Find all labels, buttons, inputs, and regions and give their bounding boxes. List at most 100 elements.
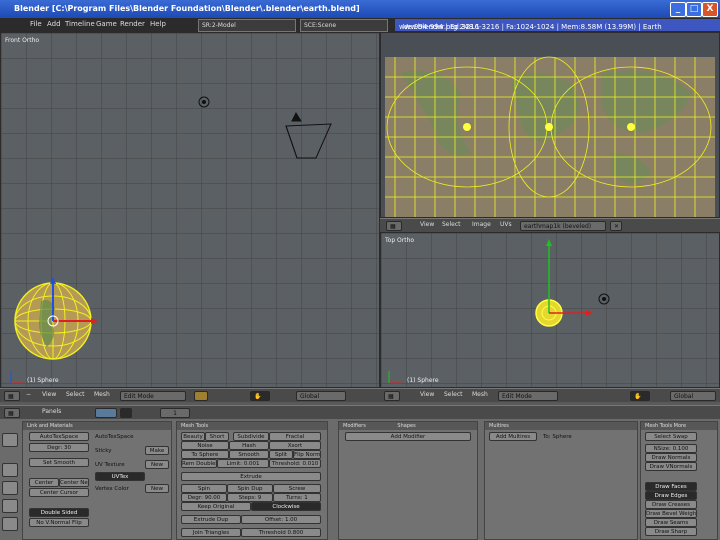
xsort-button[interactable]: Xsort bbox=[269, 441, 321, 450]
menu-mesh[interactable]: Mesh bbox=[472, 391, 488, 398]
uv-menu-image[interactable]: Image bbox=[472, 221, 491, 228]
header-collapse-icon[interactable]: − bbox=[26, 391, 31, 398]
autotexspace-button[interactable]: AutoTexSpace bbox=[29, 432, 89, 441]
clockwise-toggle[interactable]: Clockwise bbox=[251, 502, 321, 511]
draw-type-button[interactable] bbox=[194, 391, 208, 401]
no-vnormal-flip-toggle[interactable]: No V.Normal Flip bbox=[29, 518, 89, 527]
mode-selector[interactable]: Edit Mode bbox=[120, 391, 186, 401]
limit-field[interactable]: Limit: 0.001 bbox=[217, 459, 269, 468]
sticky-make-button[interactable]: Make bbox=[145, 446, 169, 455]
menu-game[interactable]: Game bbox=[96, 20, 117, 28]
uv-menu-uvs[interactable]: UVs bbox=[500, 221, 512, 228]
draw-seams-toggle[interactable]: Draw Seams bbox=[645, 518, 697, 527]
panel-tab[interactable] bbox=[2, 517, 18, 531]
smooth-button[interactable]: Smooth bbox=[229, 450, 269, 459]
menu-view[interactable]: View bbox=[420, 391, 434, 398]
menu-view[interactable]: View bbox=[42, 391, 56, 398]
menu-mesh[interactable]: Mesh bbox=[94, 391, 110, 398]
spin-button[interactable]: Spin bbox=[181, 484, 227, 493]
to-sphere-button[interactable]: To Sphere bbox=[181, 450, 229, 459]
minimize-button[interactable]: _ bbox=[670, 2, 686, 17]
draw-normals-toggle[interactable]: Draw Normals bbox=[645, 453, 697, 462]
uv-texture-new-button[interactable]: New bbox=[145, 460, 169, 469]
editor-type-button[interactable]: ▦ bbox=[4, 391, 20, 401]
uv-menu-view[interactable]: View bbox=[420, 221, 434, 228]
image-unlink-icon[interactable]: ✕ bbox=[610, 221, 622, 231]
noise-button[interactable]: Noise bbox=[181, 441, 229, 450]
context-button[interactable] bbox=[120, 408, 132, 418]
scene-selector[interactable]: SCE:Scene bbox=[300, 19, 388, 32]
editing-context-icon[interactable] bbox=[95, 408, 117, 418]
menu-select[interactable]: Select bbox=[66, 391, 85, 398]
double-sided-toggle[interactable]: Double Sided bbox=[29, 508, 89, 517]
menu-render[interactable]: Render bbox=[120, 20, 145, 28]
orientation-selector[interactable]: Global bbox=[670, 391, 716, 401]
menu-timeline[interactable]: Timeline bbox=[65, 20, 95, 28]
mode-selector[interactable]: Edit Mode bbox=[498, 391, 558, 401]
threshold-field[interactable]: Threshold: 0.010 bbox=[269, 459, 321, 468]
turns-field[interactable]: Turns: 1 bbox=[273, 493, 321, 502]
uv-menu-select[interactable]: Select bbox=[442, 221, 461, 228]
draw-creases-toggle[interactable]: Draw Creases bbox=[645, 500, 697, 509]
editor-type-button[interactable]: ▦ bbox=[4, 408, 20, 418]
menu-select[interactable]: Select bbox=[444, 391, 463, 398]
nsize-field[interactable]: NSize: 0.100 bbox=[645, 444, 697, 453]
panel-tab[interactable] bbox=[2, 433, 18, 447]
set-smooth-button[interactable]: Set Smooth bbox=[29, 458, 89, 467]
hand-widget-button[interactable]: ✋ bbox=[630, 391, 650, 401]
keep-original-toggle[interactable]: Keep Original bbox=[181, 502, 251, 511]
short-toggle[interactable]: Short bbox=[205, 432, 229, 441]
extrude-dup-button[interactable]: Extrude Dup bbox=[181, 515, 241, 524]
frame-field[interactable]: 1 bbox=[160, 408, 190, 418]
maximize-button[interactable]: □ bbox=[686, 2, 702, 17]
draw-bevel-weights-toggle[interactable]: Draw Bevel Weights bbox=[645, 509, 697, 518]
steps-field[interactable]: Steps: 9 bbox=[227, 493, 273, 502]
rem-doubles-button[interactable]: Rem Doubles bbox=[181, 459, 217, 468]
flip-normals-button[interactable]: Flip Normals bbox=[293, 450, 321, 459]
offset-field[interactable]: Offset: 1.00 bbox=[241, 515, 321, 524]
center-new-button[interactable]: Center New bbox=[59, 478, 89, 487]
center-cursor-button[interactable]: Center Cursor bbox=[29, 488, 89, 497]
screen-selector[interactable]: SR:2-Model bbox=[198, 19, 296, 32]
close-button[interactable]: X bbox=[702, 2, 718, 17]
add-multires-button[interactable]: Add Multires bbox=[489, 432, 537, 441]
screw-button[interactable]: Screw bbox=[273, 484, 321, 493]
image-selector[interactable]: earthmap1k (beveled) bbox=[520, 221, 606, 231]
menu-help[interactable]: Help bbox=[150, 20, 166, 28]
menu-add[interactable]: Add bbox=[47, 20, 61, 28]
orientation-selector[interactable]: Global bbox=[296, 391, 346, 401]
uv-editor-type-button[interactable]: ▦ bbox=[386, 221, 402, 231]
center-button[interactable]: Center bbox=[29, 478, 59, 487]
front-ortho-viewport[interactable]: Front Ortho (1) Sphere bbox=[0, 32, 380, 388]
modifiers-tab[interactable]: Modifiers bbox=[343, 423, 366, 429]
extrude-button[interactable]: Extrude bbox=[181, 472, 321, 481]
draw-sharp-toggle[interactable]: Draw Sharp bbox=[645, 527, 697, 536]
editor-type-button[interactable]: ▦ bbox=[384, 391, 400, 401]
hand-widget-button[interactable]: ✋ bbox=[250, 391, 270, 401]
select-swap-button[interactable]: Select Swap bbox=[645, 432, 697, 441]
panel-tab[interactable] bbox=[2, 499, 18, 513]
degr-field[interactable]: Degr: 30 bbox=[29, 443, 89, 452]
subdivide-button[interactable]: Subdivide bbox=[233, 432, 269, 441]
vertex-color-new-button[interactable]: New bbox=[145, 484, 169, 493]
top-ortho-viewport[interactable]: Top Ortho (1) Sphere bbox=[380, 232, 720, 388]
fractal-button[interactable]: Fractal bbox=[269, 432, 321, 441]
uv-texture-name-field[interactable]: UVTex bbox=[95, 472, 145, 481]
draw-faces-toggle[interactable]: Draw Faces bbox=[645, 482, 697, 491]
spin-dup-button[interactable]: Spin Dup bbox=[227, 484, 273, 493]
add-modifier-button[interactable]: Add Modifier bbox=[345, 432, 471, 441]
shapes-tab[interactable]: Shapes bbox=[397, 423, 415, 429]
degr-field[interactable]: Degr: 90.00 bbox=[181, 493, 227, 502]
panels-menu[interactable]: Panels bbox=[42, 408, 61, 415]
beauty-toggle[interactable]: Beauty bbox=[181, 432, 205, 441]
panel-tab[interactable] bbox=[2, 463, 18, 477]
split-button[interactable]: Split bbox=[269, 450, 293, 459]
panel-tab[interactable] bbox=[2, 481, 18, 495]
draw-edges-toggle[interactable]: Draw Edges bbox=[645, 491, 697, 500]
draw-vnormals-toggle[interactable]: Draw VNormals bbox=[645, 462, 697, 471]
join-triangles-button[interactable]: Join Triangles bbox=[181, 528, 241, 537]
hash-button[interactable]: Hash bbox=[229, 441, 269, 450]
threshold2-field[interactable]: Threshold 0.800 bbox=[241, 528, 321, 537]
menu-file[interactable]: File bbox=[30, 20, 42, 28]
uv-image-editor[interactable] bbox=[380, 32, 720, 218]
